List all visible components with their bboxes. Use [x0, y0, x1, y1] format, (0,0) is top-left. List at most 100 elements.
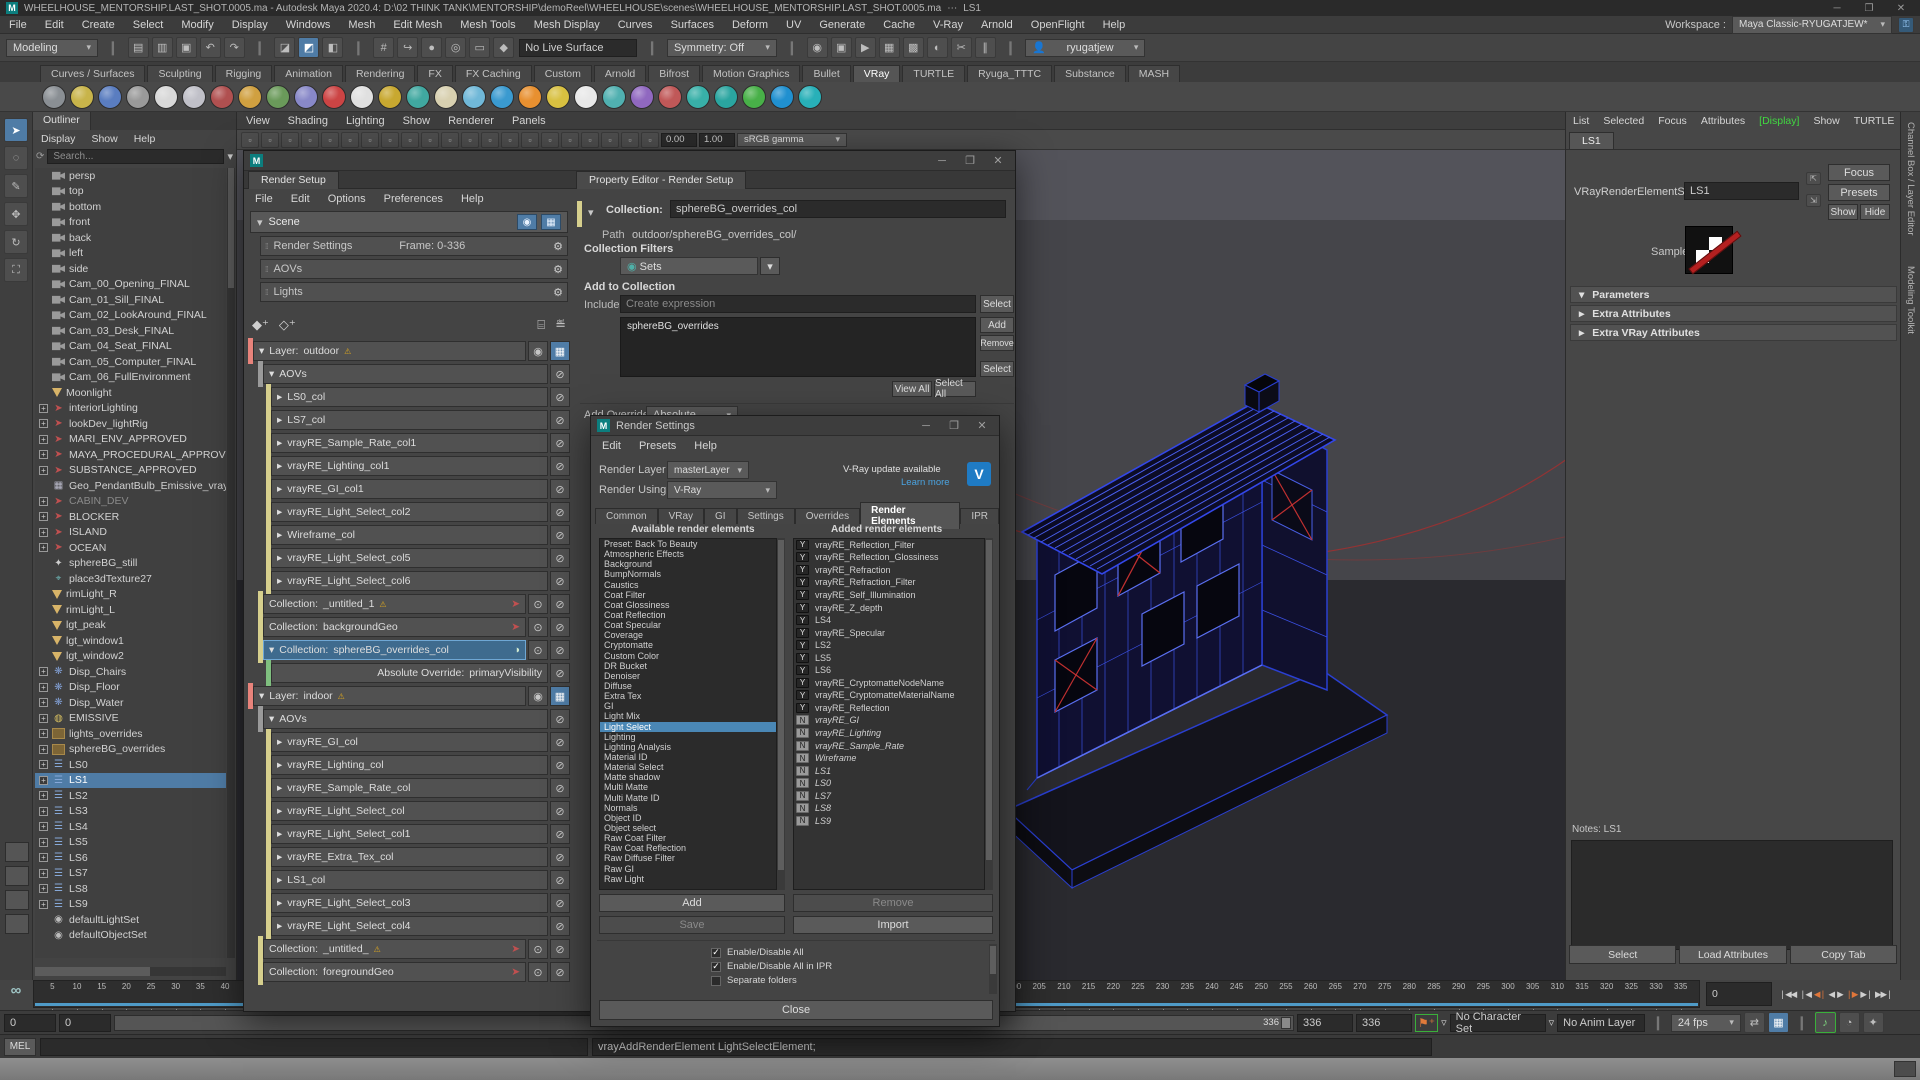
outliner-item-cabin-dev[interactable]: +➤CABIN_DEV	[35, 494, 226, 510]
tree-row-vrayre-light-select-col[interactable]: ▸vrayRE_Light_Select_col⊘	[266, 801, 570, 821]
anim-layer-field[interactable]: No Anim Layer	[1557, 1014, 1645, 1032]
textured-icon[interactable]: ▫	[541, 132, 559, 148]
available-element-preset-back-to-beauty[interactable]: Preset: Back To Beauty	[600, 539, 776, 549]
menu-mesh-tools[interactable]: Mesh Tools	[451, 17, 524, 33]
enabled-flag-badge[interactable]: Y	[796, 603, 809, 613]
tree-row-body[interactable]: ▸vrayRE_Extra_Tex_col	[271, 847, 548, 867]
disable-icon[interactable]: ⊘	[550, 916, 570, 936]
focus-button[interactable]: Focus	[1828, 164, 1890, 181]
expand-plus-icon[interactable]: +	[39, 869, 48, 878]
vray-shelf-tool-icon[interactable]	[238, 85, 262, 109]
available-element-raw-coat-reflection[interactable]: Raw Coat Reflection	[600, 843, 776, 853]
vray-shelf-tool-icon[interactable]	[434, 85, 458, 109]
filter-icon[interactable]: ⟳	[36, 151, 44, 162]
disable-icon[interactable]: ⊘	[550, 939, 570, 959]
viewport-menu-lighting[interactable]: Lighting	[337, 113, 394, 129]
layout-two-pane-icon[interactable]	[5, 890, 29, 910]
isolate-icon[interactable]: ⊙	[528, 594, 548, 614]
tree-row-ls7-col[interactable]: ▸LS7_col⊘	[266, 410, 570, 430]
lights-icon[interactable]: ▫	[561, 132, 579, 148]
render-setup-menu-edit[interactable]: Edit	[282, 191, 319, 207]
expand-plus-icon[interactable]: +	[39, 745, 48, 754]
outliner-item-lgt-peak[interactable]: lgt_peak	[35, 618, 226, 634]
resolution-gate-icon[interactable]: ▫	[401, 132, 419, 148]
select-member-button[interactable]: Select	[980, 361, 1014, 377]
menu-mesh-display[interactable]: Mesh Display	[525, 17, 609, 33]
exposure-field[interactable]: 0.00	[661, 133, 697, 147]
added-element-vrayre-sample-rate[interactable]: NvrayRE_Sample_Rate	[794, 740, 984, 753]
viewport-menu-panels[interactable]: Panels	[503, 113, 555, 129]
tree-row-body[interactable]: ▾Layer:indoor⚠	[253, 686, 526, 706]
enabled-flag-badge[interactable]: Y	[796, 577, 809, 587]
menu-generate[interactable]: Generate	[810, 17, 874, 33]
outliner-item-side[interactable]: side	[35, 261, 226, 277]
available-element-object-select[interactable]: Object select	[600, 823, 776, 833]
ae-menu-selected[interactable]: Selected	[1596, 114, 1651, 128]
rotate-tool-icon[interactable]: ↻	[4, 230, 28, 254]
enabled-flag-badge[interactable]: Y	[796, 653, 809, 663]
vray-shelf-tool-icon[interactable]	[714, 85, 738, 109]
expand-plus-icon[interactable]: +	[39, 435, 48, 444]
evaluation-mode-icon[interactable]: ✦	[1863, 1012, 1884, 1033]
vray-shelf-tool-icon[interactable]	[406, 85, 430, 109]
shelf-tab-vray[interactable]: VRay	[853, 65, 901, 82]
tree-row-body[interactable]: ▸vrayRE_Lighting_col1	[271, 456, 548, 476]
ae-menu-turtle[interactable]: TURTLE	[1847, 114, 1902, 128]
collapsed-chevron-icon[interactable]: ▸	[277, 460, 282, 472]
animation-start-field[interactable]: 0	[4, 1014, 56, 1032]
workspace-lock-icon[interactable]: ⚿	[1898, 17, 1914, 33]
enabled-flag-badge[interactable]: Y	[796, 703, 809, 713]
help-toggle-icon[interactable]	[1894, 1061, 1916, 1077]
gear-icon[interactable]: ⚙	[553, 240, 563, 253]
expand-plus-icon[interactable]: +	[39, 729, 48, 738]
menu-modify[interactable]: Modify	[172, 17, 222, 33]
select-by-object-icon[interactable]: ◩	[298, 37, 319, 58]
wireframe-icon[interactable]: ▫	[501, 132, 519, 148]
expand-plus-icon[interactable]: +	[39, 404, 48, 413]
bookmarks-icon[interactable]: ▫	[301, 132, 319, 148]
expand-plus-icon[interactable]: +	[39, 884, 48, 893]
enabled-flag-badge[interactable]: N	[796, 728, 809, 738]
outliner-item-lights-overrides[interactable]: +lights_overrides	[35, 726, 226, 742]
snap-to-projected-center-icon[interactable]: ◎	[445, 37, 466, 58]
outliner-item-interiorlighting[interactable]: +➤interiorLighting	[35, 401, 226, 417]
added-element-vrayre-refraction-filter[interactable]: YvrayRE_Refraction_Filter	[794, 577, 984, 590]
menu-file[interactable]: File	[0, 17, 36, 33]
tree-row-vrayre-extra-tex-col[interactable]: ▸vrayRE_Extra_Tex_col⊘	[266, 847, 570, 867]
added-list-scrollbar[interactable]	[985, 538, 993, 890]
tree-row-body[interactable]: ▸LS7_col	[271, 410, 548, 430]
gear-icon[interactable]: ⚙	[553, 263, 563, 276]
disable-icon[interactable]: ⊘	[550, 663, 570, 683]
available-element-dr-bucket[interactable]: DR Bucket	[600, 661, 776, 671]
disable-icon[interactable]: ⊘	[550, 893, 570, 913]
vray-shelf-tool-icon[interactable]	[574, 85, 598, 109]
disable-icon[interactable]: ⊘	[550, 548, 570, 568]
window-title-bar[interactable]: M WHEELHOUSE_MENTORSHIP.LAST_SHOT.0005.m…	[0, 0, 1920, 16]
available-element-background[interactable]: Background	[600, 559, 776, 569]
added-element-vrayre-cryptomattematerialname[interactable]: YvrayRE_CryptomatteMaterialName	[794, 690, 984, 703]
expand-chevron-icon[interactable]: ▾	[259, 690, 264, 702]
scale-tool-icon[interactable]: ⛶	[4, 258, 28, 282]
expand-plus-icon[interactable]: +	[39, 776, 48, 785]
tree-row-vrayre-light-select-col6[interactable]: ▸vrayRE_Light_Select_col6⊘	[266, 571, 570, 591]
tree-row-vrayre-light-select-col1[interactable]: ▸vrayRE_Light_Select_col1⊘	[266, 824, 570, 844]
vray-shelf-tool-icon[interactable]	[294, 85, 318, 109]
viewport-menu-shading[interactable]: Shading	[279, 113, 337, 129]
outliner-tab[interactable]: Outliner	[33, 112, 91, 130]
include-expression-input[interactable]: Create expression	[620, 295, 976, 313]
outliner-item-ls9[interactable]: +☰LS9	[35, 897, 226, 913]
isolate-icon[interactable]: ⊙	[528, 962, 548, 982]
outliner-item-top[interactable]: top	[35, 184, 226, 200]
collapsed-chevron-icon[interactable]: ▸	[277, 437, 282, 449]
shelf-tab-animation[interactable]: Animation	[274, 65, 343, 82]
outliner-menu-show[interactable]: Show	[83, 132, 125, 146]
shelf-tab-bifrost[interactable]: Bifrost	[648, 65, 700, 82]
available-element-raw-gi[interactable]: Raw GI	[600, 864, 776, 874]
outliner-item-island[interactable]: +➤ISLAND	[35, 525, 226, 541]
added-element-wireframe[interactable]: NWireframe	[794, 752, 984, 765]
disable-icon[interactable]: ⊘	[550, 617, 570, 637]
render-settings-title-bar[interactable]: M Render Settings ─ ❐ ✕	[591, 416, 999, 436]
outliner-menu-help[interactable]: Help	[126, 132, 164, 146]
isolate-icon[interactable]: ⊙	[528, 617, 548, 637]
settings-tab-settings[interactable]: Settings	[737, 508, 795, 524]
